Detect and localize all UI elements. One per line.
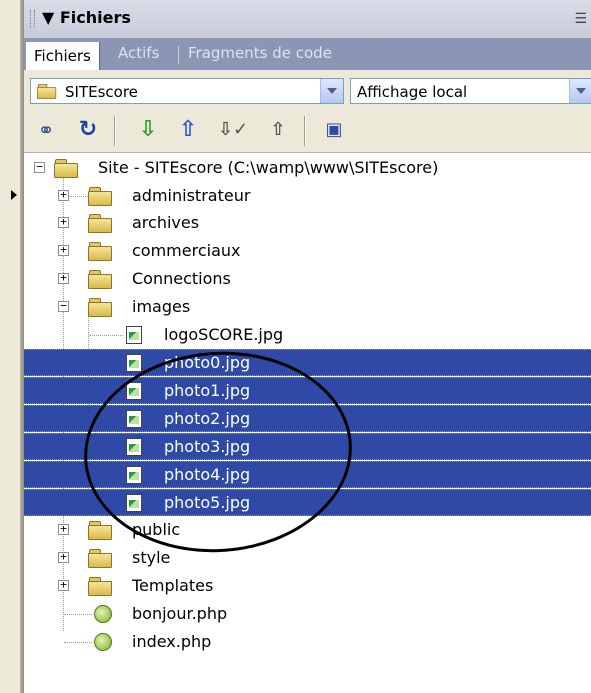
refresh-icon[interactable]: ↻ — [74, 116, 102, 144]
tree-item-commerciaux[interactable]: + commerciaux — [24, 238, 591, 265]
tree-item-label: commerciaux — [132, 241, 241, 260]
image-file-icon — [126, 354, 142, 372]
view-select-value: Affichage local — [357, 83, 468, 101]
folder-icon — [88, 577, 112, 596]
tree-item-connections[interactable]: + Connections — [24, 266, 591, 293]
tree-item-label: administrateur — [132, 186, 251, 205]
image-file-icon — [126, 466, 142, 484]
tab-fichiers[interactable]: Fichiers — [26, 42, 100, 70]
folder-icon — [88, 549, 112, 568]
folder-icon — [54, 159, 78, 178]
tree-item-label: public — [132, 520, 181, 539]
tree-item-templates[interactable]: + Templates — [24, 573, 591, 600]
folder-icon — [88, 298, 112, 317]
expand-icon[interactable]: + — [58, 551, 69, 563]
panel-left-edge — [0, 0, 24, 693]
expand-icon[interactable]: + — [58, 189, 69, 201]
tree-item-label: Connections — [132, 269, 231, 288]
get-icon[interactable]: ⇩ — [134, 116, 162, 144]
toolbar-separator — [304, 116, 306, 146]
chevron-down-icon[interactable] — [320, 79, 343, 103]
panel-titlebar[interactable]: ▼ Fichiers ☰ — [24, 0, 591, 38]
checkin-icon[interactable]: ⇧ — [264, 116, 292, 144]
site-select-value: SITEscore — [65, 83, 138, 101]
folder-icon — [37, 83, 57, 99]
checkout-icon[interactable]: ⇩✓ — [218, 116, 248, 144]
tree-item-label: logoSCORE.jpg — [164, 325, 284, 344]
toolbar-separator — [114, 116, 116, 146]
expand-icon[interactable]: + — [58, 216, 69, 228]
panel-title-text: Fichiers — [59, 8, 131, 27]
chevron-down-icon[interactable] — [569, 79, 591, 103]
tab-separator — [178, 46, 179, 64]
tree-item-index-php[interactable]: index.php — [24, 629, 591, 656]
panel-options-menu-icon[interactable]: ☰ — [574, 11, 587, 27]
tree-item-label: bonjour.php — [132, 604, 228, 623]
connect-icon[interactable]: ⚭ — [32, 116, 60, 144]
panel-title[interactable]: ▼ Fichiers — [42, 8, 131, 27]
tree-item-label: style — [132, 548, 171, 567]
tree-item-style[interactable]: + style — [24, 545, 591, 572]
tree-item-label: photo2.jpg — [164, 409, 251, 428]
tree-item-photo5[interactable]: photo5.jpg — [24, 489, 591, 516]
tree-item-label: photo0.jpg — [164, 353, 251, 372]
tree-item-photo0[interactable]: photo0.jpg — [24, 349, 591, 376]
tree-item-label: index.php — [132, 632, 212, 651]
image-file-icon — [126, 410, 142, 428]
tree-item-label: archives — [132, 213, 200, 232]
tree-item-photo1[interactable]: photo1.jpg — [24, 377, 591, 404]
tree-item-archives[interactable]: + archives — [24, 210, 591, 237]
collapse-arrow-icon[interactable] — [11, 190, 17, 200]
files-panel: ▼ Fichiers ☰ Fichiers Actifs Fragments d… — [24, 0, 591, 693]
tree-root[interactable]: − Site - SITEscore (C:\wamp\www\SITEscor… — [24, 155, 591, 182]
expand-icon[interactable]: ▣ — [320, 116, 348, 144]
put-icon[interactable]: ⇧ — [174, 116, 202, 144]
tree-guide — [89, 335, 123, 336]
file-tree: − Site - SITEscore (C:\wamp\www\SITEscor… — [24, 153, 591, 693]
tree-item-label: photo5.jpg — [164, 493, 251, 512]
tree-item-photo4[interactable]: photo4.jpg — [24, 461, 591, 488]
tree-item-logoscore[interactable]: logoSCORE.jpg — [24, 322, 591, 349]
image-file-icon — [126, 382, 142, 400]
expand-icon[interactable]: + — [58, 272, 69, 284]
tree-item-images[interactable]: − images — [24, 294, 591, 321]
tab-bar: Fichiers Actifs Fragments de code — [24, 38, 591, 70]
expand-icon[interactable]: + — [58, 579, 69, 591]
file-toolbar: ⚭ ↻ ⇩ ⇧ ⇩✓ ⇧ ▣ — [24, 110, 591, 153]
image-file-icon — [126, 438, 142, 456]
tree-item-public[interactable]: + public — [24, 517, 591, 544]
tree-item-photo3[interactable]: photo3.jpg — [24, 433, 591, 460]
grip-handle-icon[interactable] — [30, 10, 35, 28]
collapse-icon[interactable]: − — [34, 161, 45, 173]
folder-icon — [88, 187, 112, 206]
tree-item-label: photo3.jpg — [164, 437, 251, 456]
folder-icon — [88, 214, 112, 233]
tab-fragments-de-code[interactable]: Fragments de code — [188, 44, 332, 62]
tree-item-administrateur[interactable]: + administrateur — [24, 183, 591, 210]
expand-icon[interactable]: + — [58, 244, 69, 256]
tree-item-bonjour-php[interactable]: bonjour.php — [24, 601, 591, 628]
tree-guide — [64, 642, 92, 643]
tree-item-photo2[interactable]: photo2.jpg — [24, 405, 591, 432]
tab-actifs[interactable]: Actifs — [118, 44, 159, 62]
php-file-icon — [94, 605, 112, 623]
collapse-icon[interactable]: − — [58, 300, 69, 312]
expand-icon[interactable]: + — [58, 523, 69, 535]
tree-item-label: Templates — [132, 576, 214, 595]
image-file-icon — [126, 326, 142, 344]
view-select[interactable]: Affichage local — [350, 78, 591, 104]
php-file-icon — [94, 633, 112, 651]
tree-item-label: photo4.jpg — [164, 465, 251, 484]
site-select[interactable]: SITEscore — [30, 78, 344, 104]
tree-item-label: photo1.jpg — [164, 381, 251, 400]
folder-icon — [88, 242, 112, 261]
site-toolbar: SITEscore Affichage local — [24, 70, 591, 110]
image-file-icon — [126, 494, 142, 512]
folder-icon — [88, 521, 112, 540]
tree-guide — [64, 614, 92, 615]
folder-icon — [88, 270, 112, 289]
tree-item-label: images — [132, 297, 191, 316]
tree-root-label: Site - SITEscore (C:\wamp\www\SITEscore) — [98, 158, 439, 177]
